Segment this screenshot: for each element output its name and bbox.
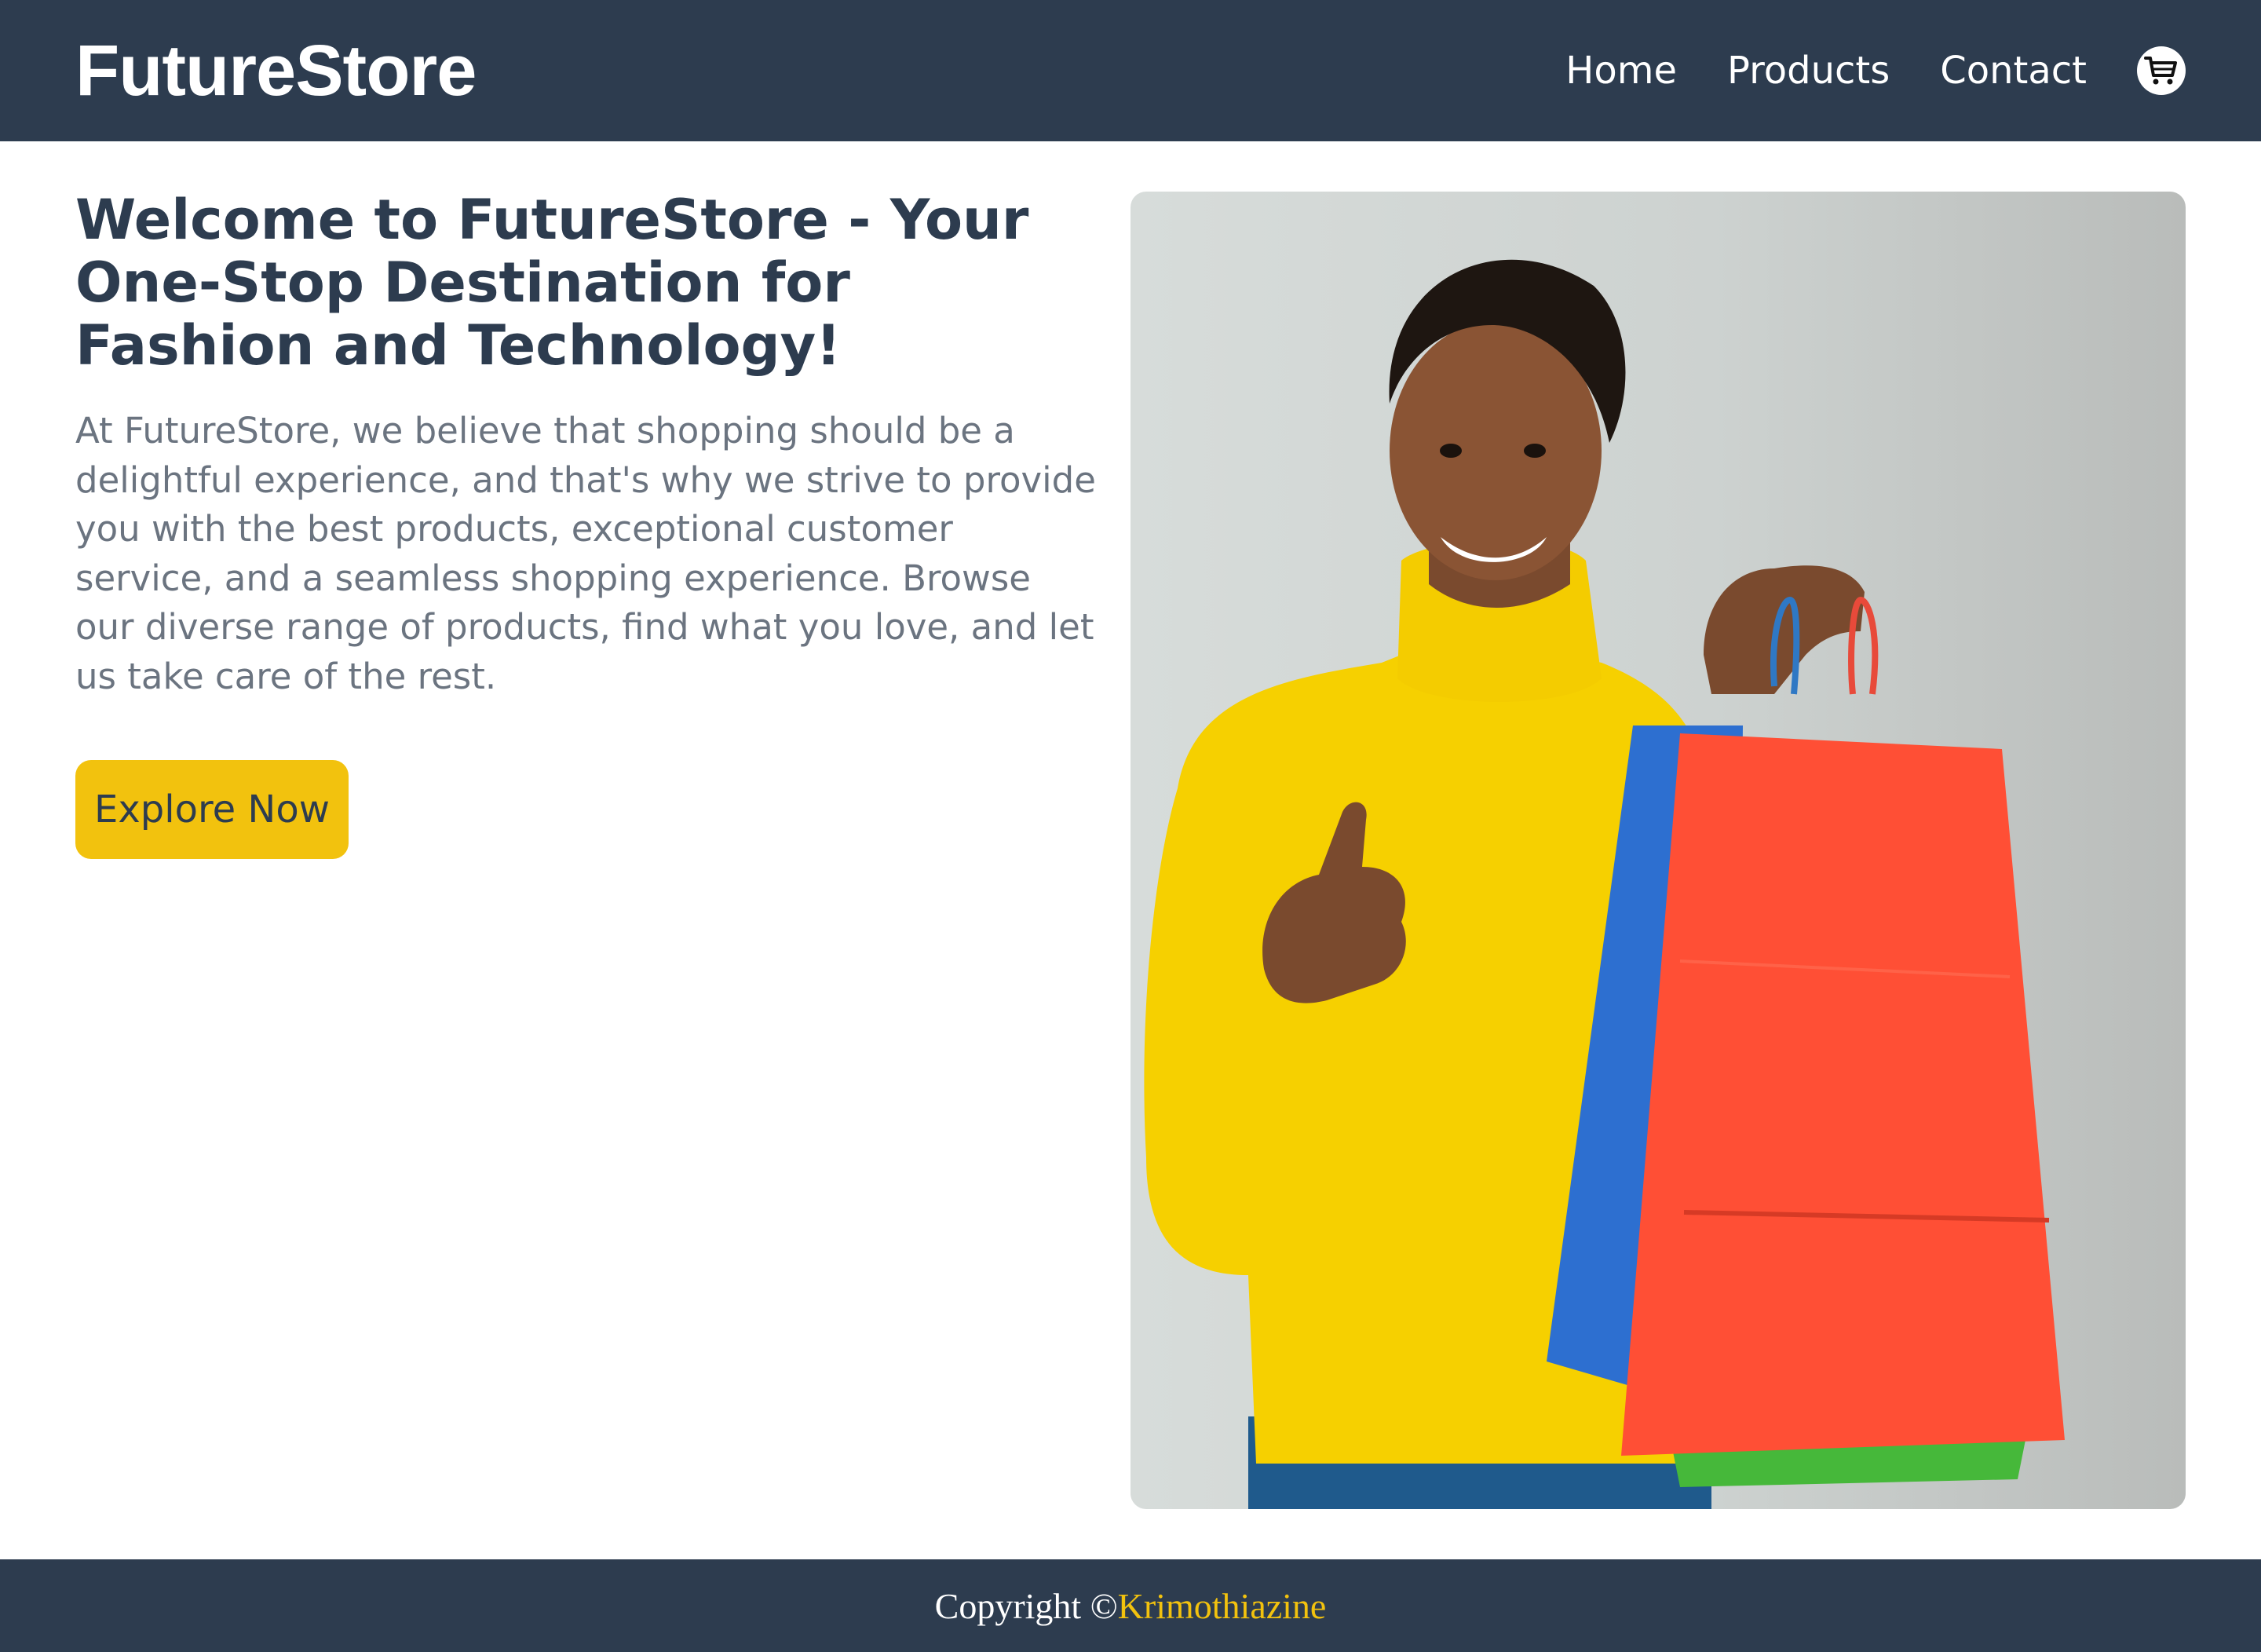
hero-description: At FutureStore, we believe that shopping… — [75, 410, 1096, 697]
copyright-text: Copyright © — [934, 1585, 1118, 1626]
hero-image — [1130, 192, 2186, 1509]
shopper-illustration — [1144, 259, 2065, 1509]
cart-button[interactable] — [2137, 46, 2186, 95]
footer: Copyright © Krimothiazine — [0, 1559, 2261, 1652]
explore-now-button[interactable]: Explore Now — [75, 760, 349, 859]
top-navbar: FutureStore Home Products Contact — [0, 0, 2261, 141]
hero-text-block: Welcome to FutureStore - Your One-Stop D… — [75, 188, 1096, 701]
nav-home-link[interactable]: Home — [1565, 49, 1677, 93]
nav-products-link[interactable]: Products — [1727, 49, 1890, 93]
nav-contact-link[interactable]: Contact — [1940, 49, 2087, 93]
main-nav: Home Products Contact — [1515, 46, 2186, 95]
hero-title: Welcome to FutureStore - Your One-Stop D… — [75, 188, 1029, 378]
author-link[interactable]: Krimothiazine — [1118, 1585, 1327, 1627]
brand-logo[interactable]: FutureStore — [75, 30, 477, 112]
shopping-cart-icon — [2144, 57, 2177, 85]
page: FutureStore Home Products Contact Welcom… — [0, 0, 2261, 1652]
